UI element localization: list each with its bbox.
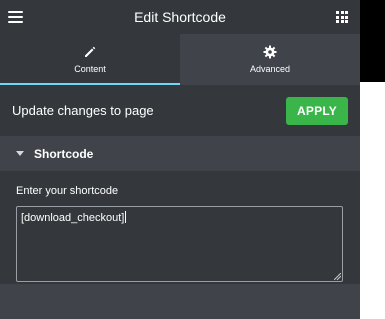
shortcode-field-label: Enter your shortcode <box>16 185 119 197</box>
canvas-dark-block <box>360 0 385 82</box>
tab-content-label: Content <box>74 64 106 74</box>
hamburger-menu-icon[interactable] <box>8 11 23 23</box>
widgets-grid-icon[interactable] <box>336 11 348 23</box>
pencil-icon <box>85 46 96 57</box>
caret-down-icon <box>16 151 24 156</box>
gear-icon <box>263 45 277 59</box>
section-toggle-shortcode[interactable]: Shortcode <box>0 136 360 171</box>
update-changes-text: Update changes to page <box>12 103 154 118</box>
editor-panel: Edit Shortcode Content Advanced Update c… <box>0 0 360 319</box>
panel-title: Edit Shortcode <box>134 9 226 25</box>
panel-footer-space <box>0 284 360 319</box>
shortcode-section-body: Enter your shortcode [download_checkout] <box>0 171 360 284</box>
panel-header: Edit Shortcode <box>0 0 360 34</box>
tab-advanced-label: Advanced <box>249 64 291 74</box>
update-changes-bar: Update changes to page APPLY <box>0 85 360 136</box>
text-cursor <box>125 211 127 223</box>
resize-handle-icon[interactable] <box>334 273 341 280</box>
panel-tabs: Content Advanced <box>0 34 360 85</box>
tab-advanced[interactable]: Advanced <box>180 34 360 85</box>
shortcode-value: [download_checkout] <box>21 212 125 224</box>
editor-canvas-preview <box>360 0 385 319</box>
shortcode-textarea-wrapper: [download_checkout] <box>16 206 343 282</box>
section-title: Shortcode <box>34 146 94 161</box>
shortcode-textarea[interactable]: [download_checkout] <box>16 206 343 282</box>
apply-button[interactable]: APPLY <box>286 96 348 125</box>
tab-content[interactable]: Content <box>0 34 180 85</box>
